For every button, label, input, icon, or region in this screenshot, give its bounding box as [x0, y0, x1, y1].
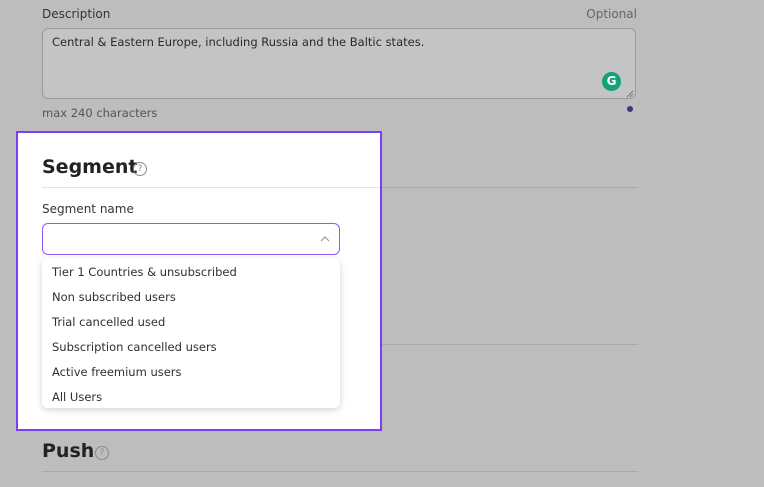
optional-label: Optional — [586, 7, 637, 21]
description-textarea[interactable]: Central & Eastern Europe, including Russ… — [42, 28, 636, 99]
dropdown-option-trial-cancelled[interactable]: Trial cancelled used — [42, 311, 340, 336]
resize-handle-icon[interactable] — [626, 90, 634, 98]
push-title: Push — [42, 440, 95, 462]
section-divider — [42, 471, 638, 472]
segment-help-icon[interactable]: ? — [133, 162, 147, 176]
segment-divider — [42, 187, 380, 188]
character-limit-hint: max 240 characters — [42, 106, 158, 120]
dropdown-option-non-subscribed[interactable]: Non subscribed users — [42, 286, 340, 311]
grammarly-icon[interactable]: G — [602, 72, 621, 91]
dropdown-option-subscription-cancelled[interactable]: Subscription cancelled users — [42, 336, 340, 361]
dropdown-option-tier1[interactable]: Tier 1 Countries & unsubscribed — [42, 261, 340, 286]
description-label: Description — [42, 7, 111, 21]
push-help-icon[interactable]: ? — [95, 446, 109, 460]
segment-name-select[interactable] — [42, 223, 340, 255]
segment-name-label: Segment name — [42, 202, 134, 216]
dropdown-option-active-freemium[interactable]: Active freemium users — [42, 361, 340, 386]
chevron-up-icon — [320, 236, 330, 242]
segment-dropdown-menu: Tier 1 Countries & unsubscribed Non subs… — [42, 258, 340, 408]
segment-title: Segment — [42, 156, 138, 178]
dropdown-option-all-users[interactable]: All Users — [42, 386, 340, 411]
status-dot — [627, 106, 633, 112]
